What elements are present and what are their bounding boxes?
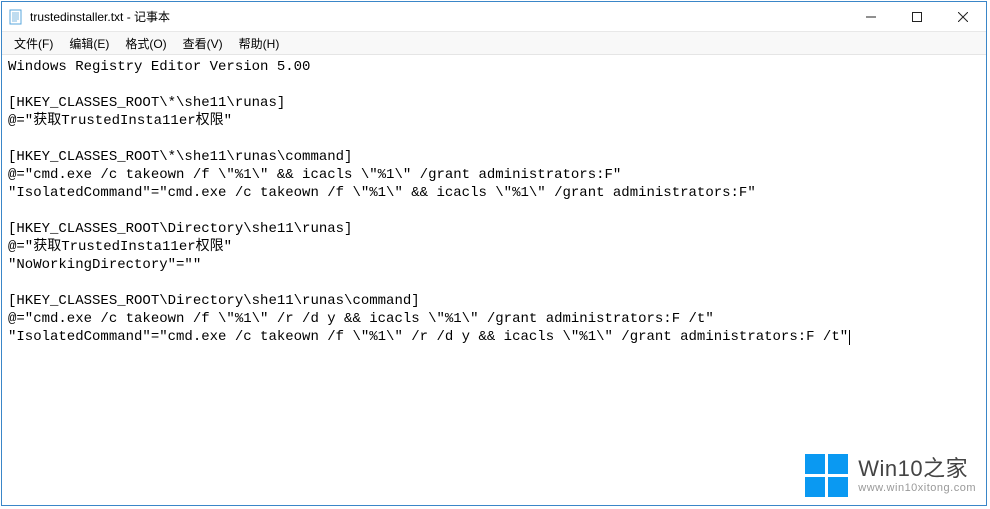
notepad-icon bbox=[8, 9, 24, 25]
editor-line: Windows Registry Editor Version 5.00 bbox=[8, 59, 310, 75]
editor-line: "IsolatedCommand"="cmd.exe /c takeown /f… bbox=[8, 185, 756, 201]
editor-line: [HKEY_CLASSES_ROOT\Directory\she11\runas… bbox=[8, 293, 420, 309]
editor-line: [HKEY_CLASSES_ROOT\Directory\she11\runas… bbox=[8, 221, 352, 237]
window-controls bbox=[848, 2, 986, 31]
menu-edit[interactable]: 编辑(E) bbox=[61, 33, 117, 54]
editor-line: @="获取TrustedInsta11er权限" bbox=[8, 113, 232, 129]
menubar: 文件(F) 编辑(E) 格式(O) 查看(V) 帮助(H) bbox=[2, 32, 986, 55]
editor-line: "NoWorkingDirectory"="" bbox=[8, 257, 201, 273]
menu-help[interactable]: 帮助(H) bbox=[231, 33, 288, 54]
close-button[interactable] bbox=[940, 2, 986, 31]
text-caret bbox=[849, 330, 850, 345]
maximize-button[interactable] bbox=[894, 2, 940, 31]
titlebar-left: trustedinstaller.txt - 记事本 bbox=[2, 8, 170, 25]
editor-line: [HKEY_CLASSES_ROOT\*\she11\runas\command… bbox=[8, 149, 352, 165]
notepad-window: trustedinstaller.txt - 记事本 文件(F) 编辑(E) 格… bbox=[1, 1, 987, 506]
menu-file[interactable]: 文件(F) bbox=[6, 33, 61, 54]
minimize-button[interactable] bbox=[848, 2, 894, 31]
editor-line: @="获取TrustedInsta11er权限" bbox=[8, 239, 232, 255]
titlebar: trustedinstaller.txt - 记事本 bbox=[2, 2, 986, 32]
window-title: trustedinstaller.txt - 记事本 bbox=[30, 8, 170, 25]
menu-format[interactable]: 格式(O) bbox=[117, 33, 174, 54]
editor-line: [HKEY_CLASSES_ROOT\*\she11\runas] bbox=[8, 95, 285, 111]
menu-view[interactable]: 查看(V) bbox=[175, 33, 231, 54]
editor-line: @="cmd.exe /c takeown /f \"%1\" && icacl… bbox=[8, 167, 621, 183]
text-editor[interactable]: Windows Registry Editor Version 5.00 [HK… bbox=[4, 56, 984, 503]
editor-line: "IsolatedCommand"="cmd.exe /c takeown /f… bbox=[8, 329, 848, 345]
editor-line: @="cmd.exe /c takeown /f \"%1\" /r /d y … bbox=[8, 311, 714, 327]
